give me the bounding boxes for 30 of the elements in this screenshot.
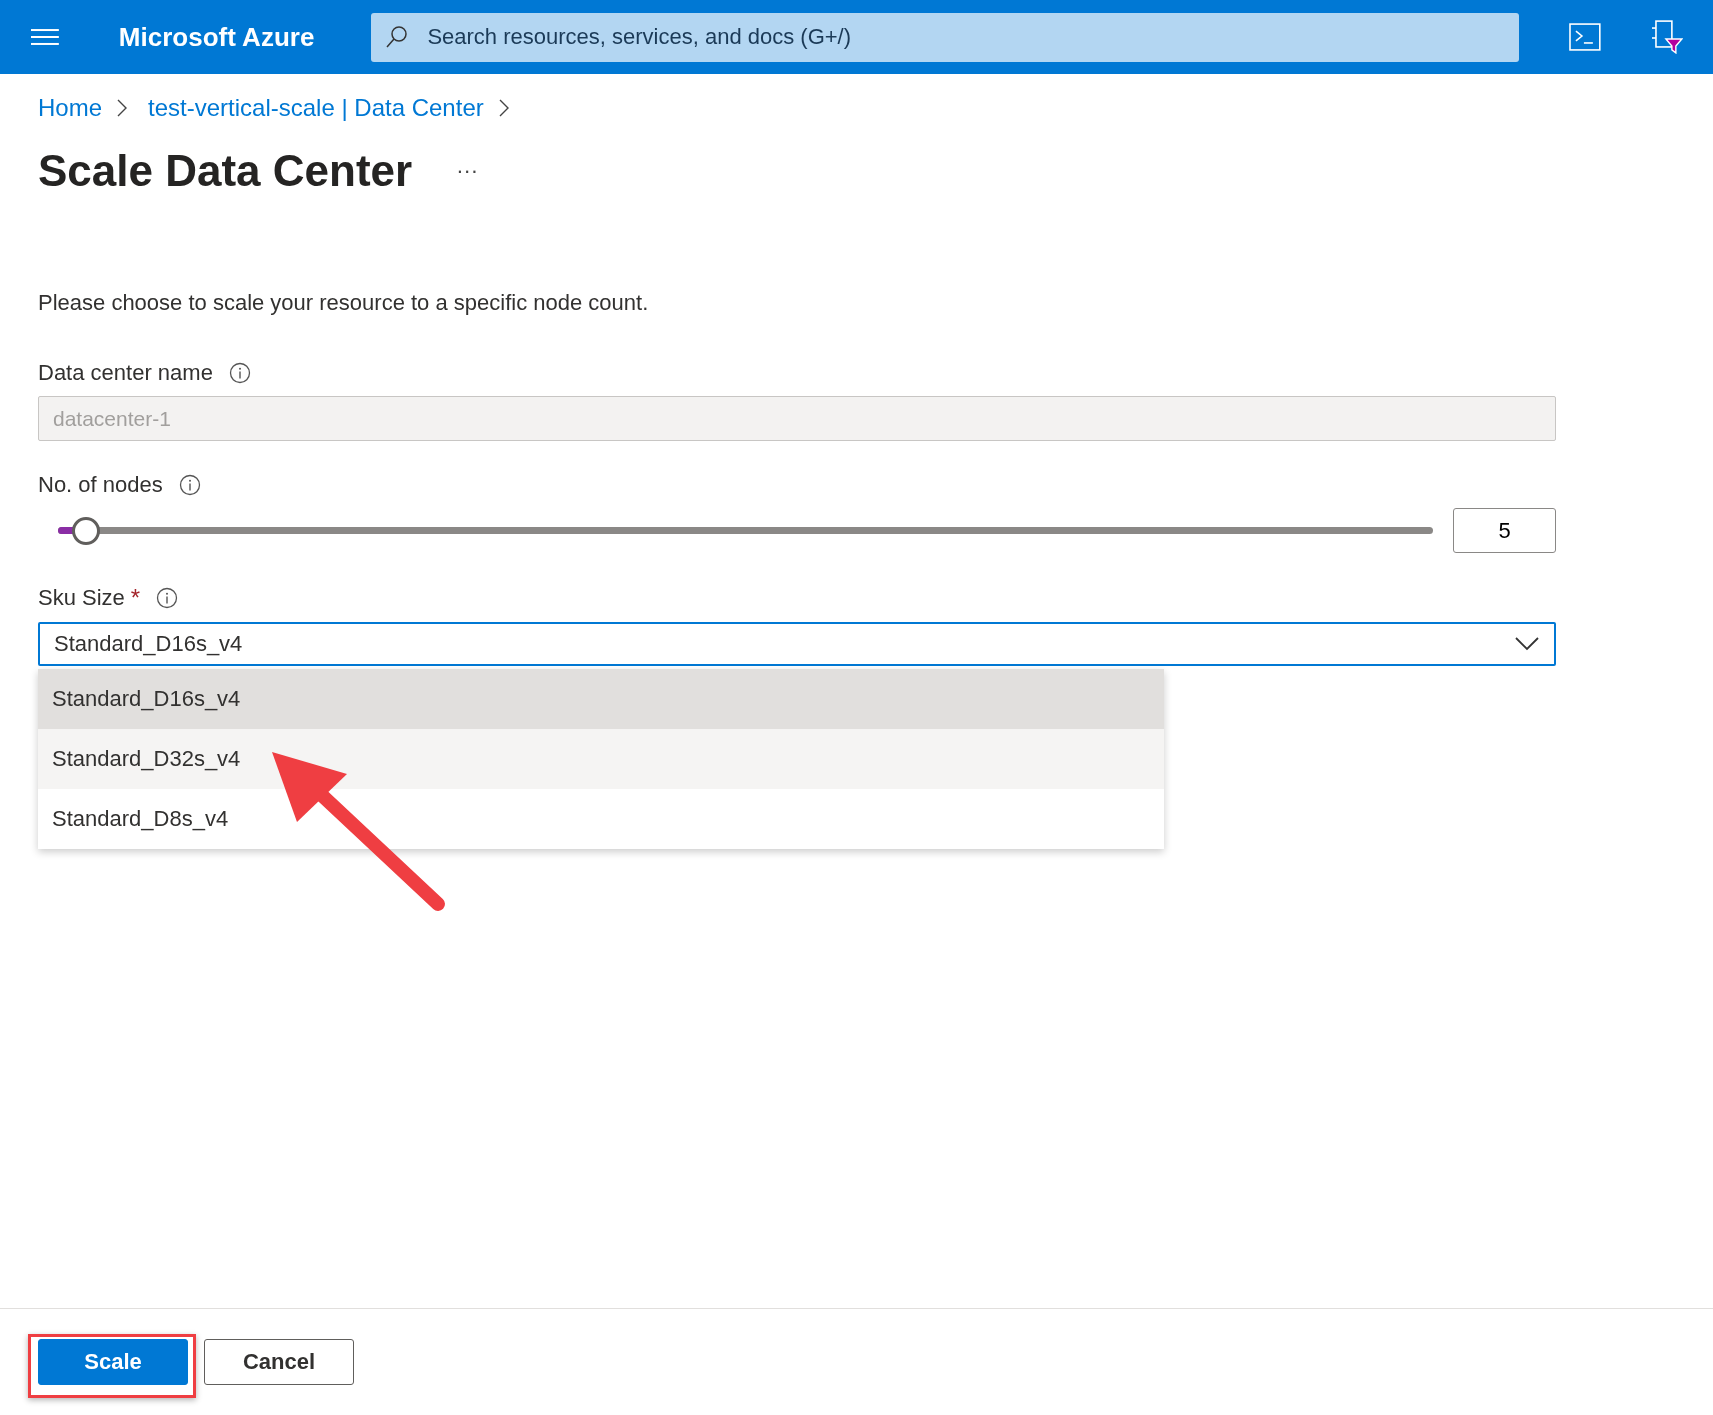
number-field[interactable]: 5	[1453, 508, 1556, 553]
dropdown-field[interactable]: Standard_D16s_v4	[38, 622, 1556, 666]
dropdown-option[interactable]: Standard_D32s_v4	[38, 729, 1164, 789]
page-title: Scale Data Center	[38, 146, 413, 196]
breadcrumb-link[interactable]: test-vertical-scale | Data Center	[148, 94, 484, 122]
field-label: Sku Size	[38, 585, 125, 611]
slider[interactable]	[58, 516, 1433, 545]
brand-title[interactable]: Microsoft Azure	[118, 21, 372, 53]
info-icon	[228, 362, 251, 384]
menu-icon[interactable]	[31, 26, 59, 48]
more-button[interactable]: ···	[456, 158, 479, 184]
filter-icon[interactable]	[1651, 20, 1683, 54]
required-mark: *	[130, 584, 141, 612]
chevron-right-icon	[497, 98, 510, 118]
dropdown-option[interactable]: Standard_D16s_v4	[38, 669, 1164, 729]
dropdown-option[interactable]: Standard_D8s_v4	[38, 789, 1164, 849]
cancel-button[interactable]: Cancel	[204, 1339, 354, 1385]
search-icon	[385, 24, 410, 49]
info-icon	[156, 587, 179, 609]
slider-thumb[interactable]	[71, 516, 100, 545]
field-label: Data center name	[38, 360, 213, 386]
breadcrumb-link[interactable]: Home	[38, 94, 103, 122]
chevron-right-icon	[116, 98, 129, 118]
scale-button[interactable]: Scale	[38, 1339, 188, 1385]
info-icon	[178, 474, 201, 496]
description-text: Please choose to scale your resource to a specific node count.	[38, 290, 650, 316]
chevron-down-icon	[1514, 636, 1540, 652]
terminal-icon[interactable]	[1569, 23, 1602, 51]
search-field[interactable]: Search resources, services, and docs (G+/)	[371, 12, 1520, 62]
field-label: No. of nodes	[38, 472, 163, 498]
